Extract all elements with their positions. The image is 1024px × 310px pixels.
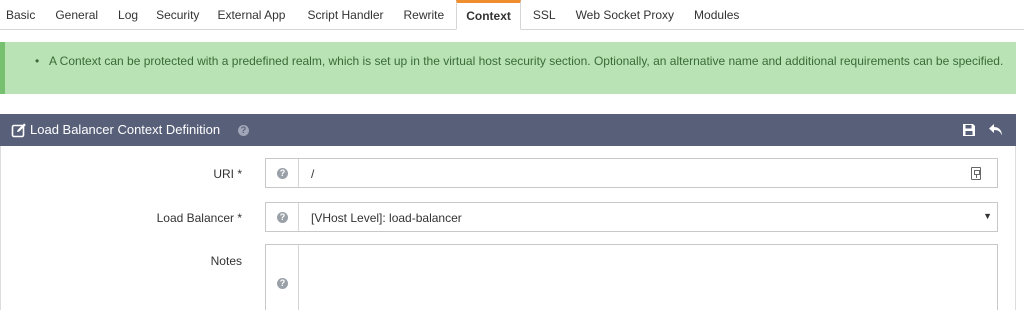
uri-value: / [311,167,315,181]
tab-modules[interactable]: Modules [682,0,747,29]
notes-help-cell: ? [266,245,299,310]
calculator-icon[interactable] [971,167,981,180]
tab-script-handler[interactable]: Script Handler [293,0,391,29]
tab-basic[interactable]: Basic [0,0,43,29]
tab-bar: Basic General Log Security External App … [0,0,1024,30]
uri-label: URI * [213,167,242,181]
tab-web-socket-proxy[interactable]: Web Socket Proxy [564,0,682,29]
notes-textarea[interactable]: ? [265,244,998,310]
notes-label: Notes [210,254,242,268]
tab-general[interactable]: General [43,0,106,29]
notes-help-icon[interactable]: ? [277,278,288,289]
panel-title: Load Balancer Context Definition [30,122,221,137]
tab-security[interactable]: Security [146,0,207,29]
tab-external-app[interactable]: External App [207,0,293,29]
panel-header: Load Balancer Context Definition ? [0,114,1016,146]
back-icon[interactable] [988,123,1004,137]
load-balancer-help-icon[interactable]: ? [277,212,288,223]
panel-body: URI * ? / Load Balancer * ? [VHost Level… [0,146,1016,310]
tab-log[interactable]: Log [106,0,146,29]
alert-message: A Context can be protected with a predef… [35,53,1004,70]
alert-list: A Context can be protected with a predef… [35,53,1004,70]
load-balancer-help-cell: ? [266,203,299,231]
uri-help-cell: ? [266,159,299,187]
uri-help-icon[interactable]: ? [277,168,288,179]
edit-icon [11,123,26,138]
info-alert: A Context can be protected with a predef… [0,42,1016,94]
uri-field[interactable]: ? / [265,158,998,188]
load-balancer-label: Load Balancer * [156,211,242,225]
help-icon[interactable]: ? [238,125,249,136]
save-icon[interactable] [962,123,976,137]
load-balancer-select[interactable]: ? [VHost Level]: load-balancer ▼ [265,202,998,232]
chevron-down-icon[interactable]: ▼ [983,211,992,221]
tab-ssl[interactable]: SSL [525,0,564,29]
tab-context[interactable]: Context [456,0,521,30]
load-balancer-value: [VHost Level]: load-balancer [311,211,462,225]
tab-rewrite[interactable]: Rewrite [392,0,453,29]
